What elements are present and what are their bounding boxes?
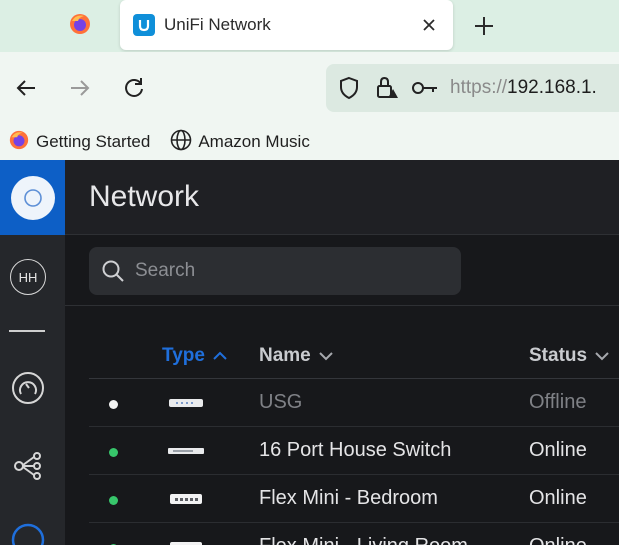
sidebar-item-dashboard[interactable] [8, 370, 48, 410]
flex-mini-device-icon [167, 492, 205, 504]
page-title: Network [89, 180, 200, 213]
column-label: Type [162, 345, 205, 366]
bookmark-getting-started[interactable]: Getting Started [8, 129, 150, 156]
table-row[interactable]: 16 Port House Switch Online [89, 427, 619, 475]
device-name: Flex Mini - Living Room [259, 535, 468, 545]
firefox-icon [8, 129, 30, 156]
chevron-down-icon [595, 351, 609, 361]
url-text: https://192.168.1. [450, 77, 597, 98]
device-status: Online [529, 487, 587, 509]
topology-icon [10, 448, 46, 489]
firefox-icon [68, 12, 92, 41]
bookmarks-bar: Getting Started Amazon Music [0, 124, 619, 160]
devices-icon [10, 522, 46, 545]
chevron-down-icon [319, 351, 333, 361]
column-header-status[interactable]: Status [529, 338, 609, 374]
url-bar[interactable]: https://192.168.1. [326, 64, 619, 112]
bookmark-label: Getting Started [36, 132, 151, 151]
flex-mini-device-icon [167, 540, 205, 545]
status-dot [109, 448, 118, 457]
forward-arrow-icon[interactable] [62, 70, 98, 106]
device-status: Offline [529, 391, 587, 413]
user-avatar[interactable]: HH [8, 257, 48, 297]
browser-nav-bar: https://192.168.1. [0, 52, 619, 124]
unifi-logo-button[interactable] [0, 160, 65, 235]
column-label: Status [529, 345, 588, 366]
gateway-device-icon [167, 396, 205, 408]
unifi-icon [133, 14, 155, 36]
switch-device-icon [167, 444, 205, 456]
sidebar-item-devices[interactable] [8, 522, 48, 545]
column-label: Name [259, 345, 311, 366]
close-tab-icon[interactable] [415, 11, 443, 39]
device-name: USG [259, 391, 303, 413]
table-header: Type Name Status [89, 338, 619, 378]
device-name: Flex Mini - Bedroom [259, 487, 438, 509]
sidebar: HH [0, 160, 65, 545]
avatar: HH [10, 259, 46, 295]
reload-icon[interactable] [116, 70, 152, 106]
tab-firefox[interactable] [55, 8, 105, 44]
device-name: 16 Port House Switch [259, 439, 452, 461]
new-tab-plus-icon[interactable] [468, 10, 500, 42]
main-content: Network Type Name Status [65, 160, 619, 545]
tracking-shield-icon[interactable] [334, 73, 364, 103]
browser-tab-strip: UniFi Network [0, 0, 619, 52]
insecure-lock-icon[interactable] [372, 73, 402, 103]
status-dot [109, 496, 118, 505]
bookmark-amazon-music[interactable]: Amazon Music [170, 129, 310, 156]
globe-icon [170, 129, 192, 156]
search-icon [101, 259, 125, 283]
dashboard-gauge-icon [10, 370, 46, 411]
tab-title: UniFi Network [164, 15, 271, 34]
unifi-app: HH Network Search Type Name Status USG O… [0, 160, 619, 545]
device-status: Online [529, 439, 587, 461]
unifi-logo-icon [10, 175, 55, 220]
table-row[interactable]: USG Offline [89, 379, 619, 427]
back-arrow-icon[interactable] [8, 70, 44, 106]
status-dot [109, 400, 118, 409]
key-icon[interactable] [410, 73, 440, 103]
sidebar-divider [9, 330, 45, 332]
sidebar-item-topology[interactable] [8, 448, 48, 488]
tab-unifi-network[interactable]: UniFi Network [120, 0, 453, 50]
search-input[interactable] [135, 260, 435, 282]
page-header: Network [65, 160, 619, 235]
bookmark-label: Amazon Music [198, 132, 310, 151]
column-header-type[interactable]: Type [162, 338, 227, 374]
device-status: Online [529, 535, 587, 545]
divider [65, 305, 619, 306]
search-box[interactable] [89, 247, 461, 295]
table-row[interactable]: Flex Mini - Bedroom Online [89, 475, 619, 523]
table-row[interactable]: Flex Mini - Living Room Online [89, 523, 619, 545]
sort-ascending-chevron-icon [213, 351, 227, 361]
column-header-name[interactable]: Name [259, 338, 333, 374]
